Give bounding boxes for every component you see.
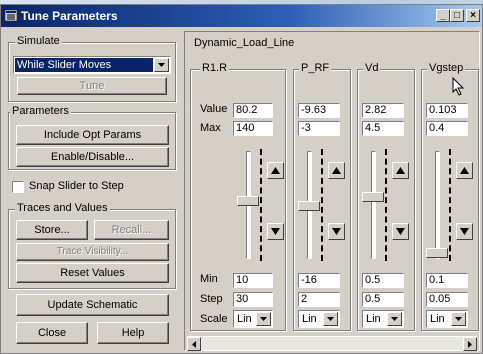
arrow-up-icon[interactable] [267, 162, 284, 179]
simulate-mode-value: While Slider Moves [15, 58, 153, 72]
enable-disable-button[interactable]: Enable/Disable... [16, 147, 169, 167]
scale-value: Lin [235, 312, 255, 326]
slider-thumb[interactable] [298, 200, 320, 211]
step-field[interactable]: 30 [233, 292, 273, 307]
panel-title: Dynamic_Load_Line [194, 37, 295, 49]
close-button[interactable]: Close [16, 322, 88, 344]
value-field[interactable]: 0.103 [426, 103, 468, 118]
include-opt-params-button[interactable]: Include Opt Params [16, 125, 169, 145]
arrow-down-icon[interactable] [328, 223, 345, 240]
close-window-button[interactable]: × [466, 9, 480, 22]
slider-thumb[interactable] [426, 248, 448, 259]
store-button[interactable]: Store... [16, 220, 88, 240]
value-field[interactable]: 2.82 [362, 103, 404, 118]
horizontal-scrollbar[interactable] [187, 336, 477, 351]
reset-values-button[interactable]: Reset Values [16, 263, 169, 283]
scale-dropdown[interactable]: Lin [298, 310, 340, 328]
tune-parameters-window: Tune Parameters _ □ × Simulate While Sli… [0, 4, 483, 354]
step-field[interactable]: 2 [298, 292, 340, 307]
value-field[interactable]: 80.2 [233, 103, 273, 118]
arrow-left-icon[interactable] [187, 337, 201, 351]
min-field[interactable]: 0.5 [362, 273, 404, 288]
param-name: P_RF [299, 62, 332, 74]
simulate-group-label: Simulate [15, 35, 62, 47]
param-name: R1.R [200, 62, 230, 74]
scale-value: Lin [364, 312, 386, 326]
max-field[interactable]: 140 [233, 121, 273, 136]
step-field[interactable]: 0.05 [426, 292, 468, 307]
arrow-right-icon[interactable] [463, 337, 477, 351]
chevron-down-icon[interactable] [451, 312, 466, 326]
slider-ticks [321, 149, 325, 261]
scale-dropdown[interactable]: Lin [233, 310, 273, 328]
slider-thumb[interactable] [362, 192, 384, 203]
min-field[interactable]: -16 [298, 273, 340, 288]
minimize-button[interactable]: _ [436, 9, 450, 22]
snap-slider-checkbox[interactable] [12, 181, 24, 193]
min-field[interactable]: 0.1 [426, 273, 468, 288]
recall-button[interactable]: Recall... [94, 220, 169, 240]
step-field[interactable]: 0.5 [362, 292, 404, 307]
arrow-down-icon[interactable] [456, 223, 473, 240]
window-title: Tune Parameters [21, 9, 118, 23]
update-schematic-button[interactable]: Update Schematic [16, 294, 169, 316]
chevron-down-icon[interactable] [323, 312, 338, 326]
slider-track[interactable] [371, 151, 376, 259]
help-button[interactable]: Help [97, 322, 169, 344]
scale-value: Lin [428, 312, 450, 326]
arrow-up-icon[interactable] [456, 162, 473, 179]
min-field[interactable]: 10 [233, 273, 273, 288]
chevron-down-icon[interactable] [154, 58, 169, 72]
trace-visibility-button[interactable]: Trace Visibility... [16, 243, 169, 261]
parameters-group-label: Parameters [10, 105, 71, 117]
tune-button[interactable]: Tune [17, 77, 167, 95]
slider-track[interactable] [435, 151, 440, 259]
value-field[interactable]: -9.63 [298, 103, 340, 118]
max-field[interactable]: 4.5 [362, 121, 404, 136]
slider-ticks [385, 149, 389, 261]
param-name: Vgstep [427, 62, 466, 74]
traces-group-label: Traces and Values [15, 202, 110, 214]
tune-parameters-icon [5, 10, 17, 21]
arrow-up-icon[interactable] [392, 162, 409, 179]
scale-dropdown[interactable]: Lin [362, 310, 404, 328]
restore-button[interactable]: □ [450, 9, 464, 22]
param-name: Vd [363, 62, 381, 74]
arrow-down-icon[interactable] [392, 223, 409, 240]
slider-ticks [260, 149, 264, 261]
max-field[interactable]: 0.4 [426, 121, 468, 136]
chevron-down-icon[interactable] [256, 312, 271, 326]
title-bar[interactable]: Tune Parameters _ □ × [1, 5, 482, 27]
chevron-down-icon[interactable] [387, 312, 402, 326]
slider-thumb[interactable] [237, 196, 259, 207]
arrow-down-icon[interactable] [267, 223, 284, 240]
slider-ticks [449, 149, 453, 261]
scale-dropdown[interactable]: Lin [426, 310, 468, 328]
simulate-mode-dropdown[interactable]: While Slider Moves [13, 56, 171, 74]
max-field[interactable]: -3 [298, 121, 340, 136]
snap-slider-label: Snap Slider to Step [29, 180, 124, 192]
mouse-pointer-icon [452, 77, 465, 96]
scale-value: Lin [300, 312, 322, 326]
arrow-up-icon[interactable] [328, 162, 345, 179]
